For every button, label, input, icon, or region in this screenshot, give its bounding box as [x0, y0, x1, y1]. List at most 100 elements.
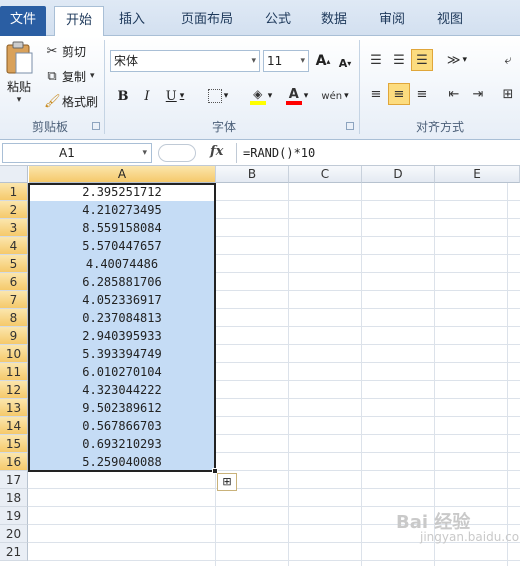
row-header-10[interactable]: 10 — [0, 345, 28, 363]
row-header-3[interactable]: 3 — [0, 219, 28, 237]
row-header-14[interactable]: 14 — [0, 417, 28, 435]
clipboard-launcher[interactable] — [92, 122, 100, 130]
chevron-down-icon: ▾ — [16, 95, 22, 105]
row-header-7[interactable]: 7 — [0, 291, 28, 309]
column-gridline — [288, 183, 289, 566]
align-right-button[interactable]: ≡ — [412, 84, 432, 104]
paintbrush-icon: 🖌 — [44, 93, 61, 109]
formula-input[interactable]: =RAND()*10 — [236, 143, 520, 163]
caret-up-icon: ▴ — [326, 56, 331, 66]
select-all-corner[interactable] — [0, 166, 28, 183]
row-header-6[interactable]: 6 — [0, 273, 28, 291]
merge-center-button[interactable]: ⊞ — [498, 84, 518, 104]
orientation-button[interactable]: ≫ ▾ — [442, 50, 472, 70]
row-header-8[interactable]: 8 — [0, 309, 28, 327]
scissors-icon: ✂ — [46, 43, 58, 59]
align-right-icon: ≡ — [416, 86, 428, 102]
row-header-18[interactable]: 18 — [0, 489, 28, 507]
row-header-16[interactable]: 16 — [0, 453, 28, 471]
watermark-url: jingyan.baidu.com — [420, 530, 520, 544]
row-header-4[interactable]: 4 — [0, 237, 28, 255]
align-middle-icon: ☰ — [393, 52, 405, 68]
row-header-21[interactable]: 21 — [0, 543, 28, 561]
row-gridline — [28, 560, 520, 561]
column-header-a[interactable]: A — [29, 166, 216, 183]
phonetic-icon: wén — [321, 90, 343, 102]
font-name-combo[interactable]: 宋体 ▾ — [110, 50, 260, 72]
font-color-icon: A — [285, 87, 302, 105]
formula-bar-resize-handle[interactable] — [158, 144, 196, 162]
copy-button[interactable]: ⧉ 复制 ▾ — [44, 67, 94, 85]
align-middle-button[interactable]: ☰ — [389, 50, 409, 70]
decrease-indent-button[interactable]: ⇤ — [444, 84, 464, 104]
align-left-button[interactable]: ≡ — [366, 84, 386, 104]
tab-home[interactable]: 开始 — [54, 6, 104, 37]
tab-page-layout[interactable]: 页面布局 — [163, 6, 251, 36]
bold-button[interactable]: B — [114, 86, 132, 106]
increase-indent-button[interactable]: ⇥ — [468, 84, 488, 104]
divider — [104, 40, 105, 134]
row-header-5[interactable]: 5 — [0, 255, 28, 273]
column-header-d[interactable]: D — [362, 166, 435, 183]
tab-formulas[interactable]: 公式 — [258, 6, 298, 36]
row-header-2[interactable]: 2 — [0, 201, 28, 219]
font-launcher[interactable] — [346, 122, 354, 130]
row-header-19[interactable]: 19 — [0, 507, 28, 525]
selection-border — [28, 183, 216, 472]
align-bottom-button[interactable]: ☰ — [411, 49, 433, 71]
worksheet-grid[interactable]: ABCDE 1 2 3 4 5 6 7 8 9 10 11 12 13 14 15 16 17 18 19 20 21 … — [0, 166, 520, 566]
font-size-combo[interactable]: 11 ▾ — [263, 50, 309, 72]
paste-label: 粘贴 — [6, 80, 31, 94]
align-top-button[interactable]: ☰ — [366, 50, 386, 70]
grow-font-button[interactable]: A ▴ — [314, 50, 332, 72]
increase-indent-icon: ⇥ — [472, 86, 484, 102]
row-header-11[interactable]: 11 — [0, 363, 28, 381]
wrap-text-icon: ⤶ — [504, 52, 512, 68]
row-header-9[interactable]: 9 — [0, 327, 28, 345]
grow-font-icon: A — [315, 53, 327, 69]
tab-file[interactable]: 文件 — [0, 6, 46, 36]
font-name-value: 宋体 — [114, 54, 139, 68]
insert-function-icon[interactable]: fx — [210, 144, 223, 159]
row-gridline — [28, 506, 520, 507]
cut-button[interactable]: ✂ 剪切 — [44, 42, 86, 60]
fill-color-button[interactable]: ◈ ▾ — [246, 86, 276, 106]
row-header-13[interactable]: 13 — [0, 399, 28, 417]
alignment-group-label: 对齐方式 — [415, 120, 464, 134]
format-painter-button[interactable]: 🖌 格式刷 — [44, 92, 98, 110]
column-header-e[interactable]: E — [435, 166, 520, 183]
tab-data[interactable]: 数据 — [314, 6, 354, 36]
chevron-down-icon: ▾ — [462, 55, 468, 65]
row-header-17[interactable]: 17 — [0, 471, 28, 489]
bold-icon: B — [117, 88, 129, 104]
row-header-12[interactable]: 12 — [0, 381, 28, 399]
tab-review[interactable]: 审阅 — [372, 6, 412, 36]
font-color-button[interactable]: A ▾ — [282, 86, 312, 106]
font-group-label: 字体 — [211, 120, 236, 134]
row-gridline — [28, 488, 520, 489]
align-left-icon: ≡ — [370, 86, 382, 102]
chevron-down-icon: ▾ — [223, 91, 229, 101]
tab-insert[interactable]: 插入 — [112, 6, 152, 36]
chevron-down-icon: ▾ — [142, 148, 147, 158]
align-center-button[interactable]: ≡ — [388, 83, 410, 105]
format-painter-label: 格式刷 — [62, 94, 99, 109]
name-box[interactable]: A1 ▾ — [2, 143, 152, 163]
border-grid-icon — [207, 89, 222, 103]
column-header-c[interactable]: C — [289, 166, 362, 183]
shrink-font-button[interactable]: A ▾ — [336, 52, 354, 74]
column-header-b[interactable]: B — [216, 166, 289, 183]
wrap-text-button[interactable]: ⤶ — [498, 50, 518, 70]
row-header-15[interactable]: 15 — [0, 435, 28, 453]
underline-button[interactable]: U ▾ — [160, 86, 190, 106]
borders-button[interactable]: ▾ — [204, 86, 232, 106]
chevron-down-icon: ▾ — [179, 91, 185, 101]
ribbon-tab-bar: 文件 开始 插入 页面布局 公式 数据 审阅 视图 — [0, 0, 520, 37]
paste-button[interactable]: 粘贴 ▾ — [2, 40, 36, 114]
phonetic-button[interactable]: wén ▾ — [320, 86, 350, 106]
italic-button[interactable]: I — [138, 86, 156, 106]
tab-view[interactable]: 视图 — [430, 6, 470, 36]
row-header-20[interactable]: 20 — [0, 525, 28, 543]
autofill-options-button[interactable]: ⊞ — [217, 473, 237, 491]
row-header-1[interactable]: 1 — [0, 183, 28, 201]
